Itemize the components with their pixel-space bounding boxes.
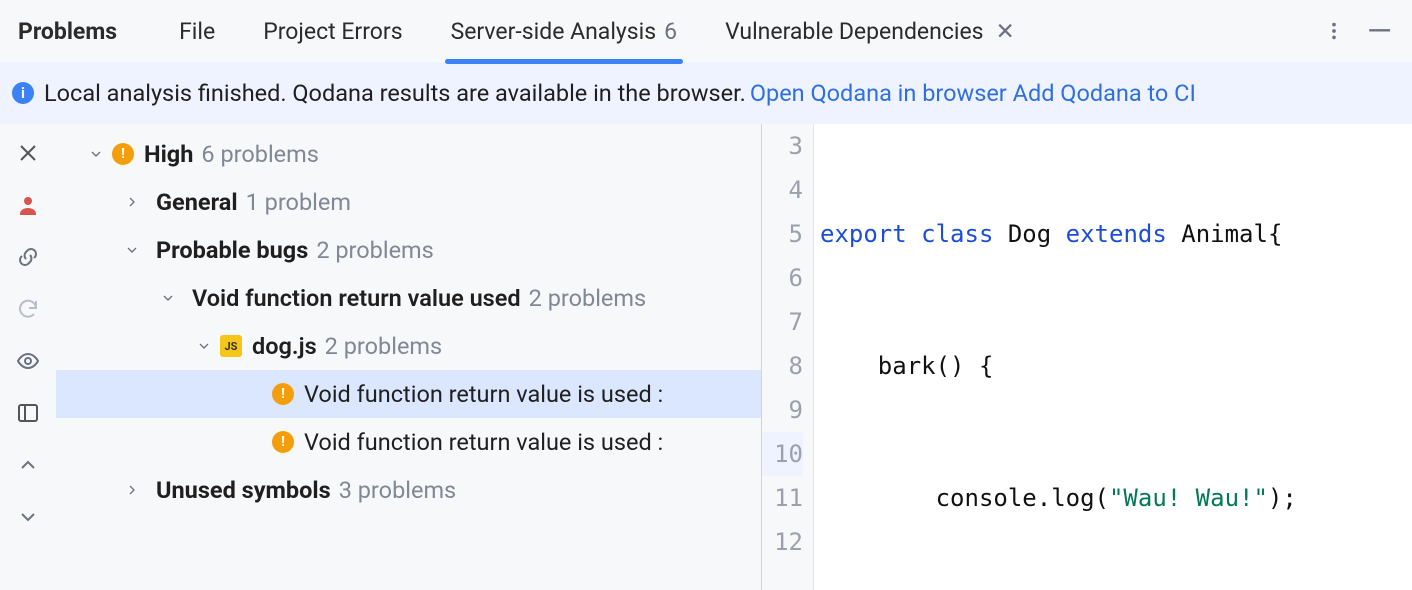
tree-count: 2 problems	[529, 284, 646, 312]
tab-label: Problems	[18, 18, 117, 45]
tab-count: 6	[664, 18, 677, 45]
tab-tools: —	[1323, 12, 1392, 50]
tab-label: Vulnerable Dependencies	[725, 18, 983, 45]
js-file-icon: JS	[220, 335, 242, 357]
refresh-icon[interactable]	[13, 294, 43, 324]
tree-label: Unused symbols	[156, 476, 331, 504]
tree-node-unused-symbols[interactable]: Unused symbols 3 problems	[56, 466, 761, 514]
line-number: 10	[762, 432, 803, 476]
tree-issue-2[interactable]: ! Void function return value is used :	[56, 418, 761, 466]
tool-icon-column	[0, 124, 56, 590]
chevron-down-icon[interactable]	[156, 286, 180, 310]
tree-count: 6 problems	[201, 140, 318, 168]
tab-label: Project Errors	[263, 18, 402, 45]
tree-label: Probable bugs	[156, 236, 308, 264]
tree-count: 3 problems	[339, 476, 456, 504]
code-body[interactable]: export class Dog extends Animal{ bark() …	[814, 124, 1412, 590]
tree-node-high[interactable]: ! High 6 problems	[56, 130, 761, 178]
tree-issue-1[interactable]: ! Void function return value is used :	[56, 370, 761, 418]
line-number: 11	[762, 476, 803, 520]
tree-label: Void function return value used	[192, 284, 521, 312]
line-number: 6	[762, 256, 803, 300]
code-gutter: 3 4 5 6 7 8 9 10 11 12	[762, 124, 814, 590]
collapse-up-icon[interactable]	[13, 450, 43, 480]
close-icon[interactable]	[13, 138, 43, 168]
info-icon: i	[12, 82, 34, 104]
tab-problems[interactable]: Problems	[14, 0, 155, 62]
code-line: export class Dog extends Animal{	[820, 212, 1412, 256]
sidebar-icon[interactable]	[13, 398, 43, 428]
kebab-icon[interactable]	[1323, 20, 1345, 42]
severity-high-icon: !	[272, 431, 294, 453]
close-icon[interactable]: ✕	[996, 18, 1015, 45]
tab-vulnerable-dependencies[interactable]: Vulnerable Dependencies ✕	[701, 0, 1039, 62]
tree-node-probable-bugs[interactable]: Probable bugs 2 problems	[56, 226, 761, 274]
chevron-right-icon[interactable]	[120, 190, 144, 214]
tree-node-file-dogjs[interactable]: JS dog.js 2 problems	[56, 322, 761, 370]
line-number: 3	[762, 124, 803, 168]
info-banner: i Local analysis finished. Qodana result…	[0, 62, 1412, 124]
tab-file[interactable]: File	[155, 0, 239, 62]
preview-icon[interactable]	[13, 346, 43, 376]
chevron-down-icon[interactable]	[120, 238, 144, 262]
tab-project-errors[interactable]: Project Errors	[239, 0, 426, 62]
main-content: ! High 6 problems General 1 problem Prob…	[0, 124, 1412, 590]
tree-label: High	[144, 140, 193, 168]
tree-count: 2 problems	[316, 236, 433, 264]
code-line: bark() {	[820, 344, 1412, 388]
tab-server-side-analysis[interactable]: Server-side Analysis 6	[427, 0, 702, 62]
line-number: 5	[762, 212, 803, 256]
tab-label: File	[179, 18, 215, 45]
chevron-down-icon[interactable]	[84, 142, 108, 166]
line-number: 8	[762, 344, 803, 388]
tree-count: 2 problems	[325, 332, 442, 360]
line-number: 9	[762, 388, 803, 432]
severity-high-icon: !	[272, 383, 294, 405]
code-line: console.log("Wau! Wau!");	[820, 476, 1412, 520]
tree-node-general[interactable]: General 1 problem	[56, 178, 761, 226]
problems-tree: ! High 6 problems General 1 problem Prob…	[56, 124, 762, 590]
expand-down-icon[interactable]	[13, 502, 43, 532]
chevron-down-icon[interactable]	[192, 334, 216, 358]
tree-count: 1 problem	[246, 188, 351, 216]
tree-label: General	[156, 188, 238, 216]
line-number: 7	[762, 300, 803, 344]
chevron-right-icon[interactable]	[120, 478, 144, 502]
tree-node-void-group[interactable]: Void function return value used 2 proble…	[56, 274, 761, 322]
banner-text: Local analysis finished. Qodana results …	[44, 79, 746, 107]
link-open-qodana[interactable]: Open Qodana in browser	[750, 79, 1007, 107]
user-icon[interactable]	[13, 190, 43, 220]
tree-label: dog.js	[252, 332, 317, 360]
code-preview: 3 4 5 6 7 8 9 10 11 12 export class Dog …	[762, 124, 1412, 590]
link-add-qodana-ci[interactable]: Add Qodana to CI	[1013, 79, 1196, 107]
tab-label: Server-side Analysis	[451, 18, 657, 45]
link-icon[interactable]	[13, 242, 43, 272]
minimize-icon[interactable]: —	[1367, 12, 1392, 50]
tree-label: Void function return value is used :	[304, 380, 663, 408]
severity-high-icon: !	[112, 143, 134, 165]
tree-label: Void function return value is used :	[304, 428, 663, 456]
line-number: 12	[762, 520, 803, 564]
tabs-bar: Problems File Project Errors Server-side…	[0, 0, 1412, 62]
line-number: 4	[762, 168, 803, 212]
